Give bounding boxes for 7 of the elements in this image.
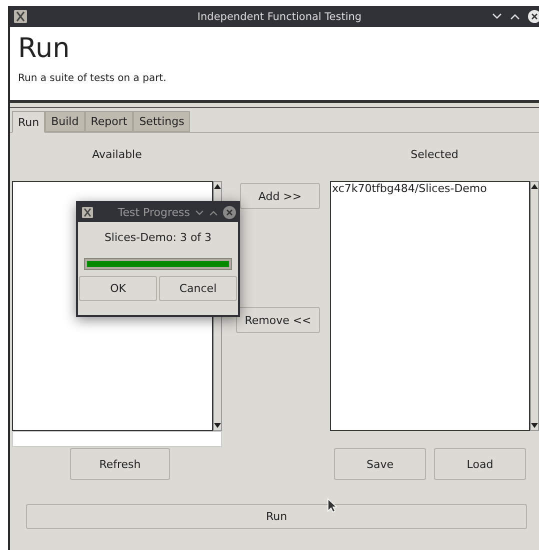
column-heading: Available	[91, 147, 143, 163]
window-title: Independent Functional Testing	[196, 10, 363, 22]
page-description: Run a suite of tests on a part.	[18, 73, 168, 84]
page-title: Run	[18, 32, 71, 66]
progress-message: Slices-Demo: 3 of 3	[103, 231, 213, 244]
dialog-title: Test Progress	[116, 206, 190, 219]
column-heading: Selected	[410, 147, 460, 163]
